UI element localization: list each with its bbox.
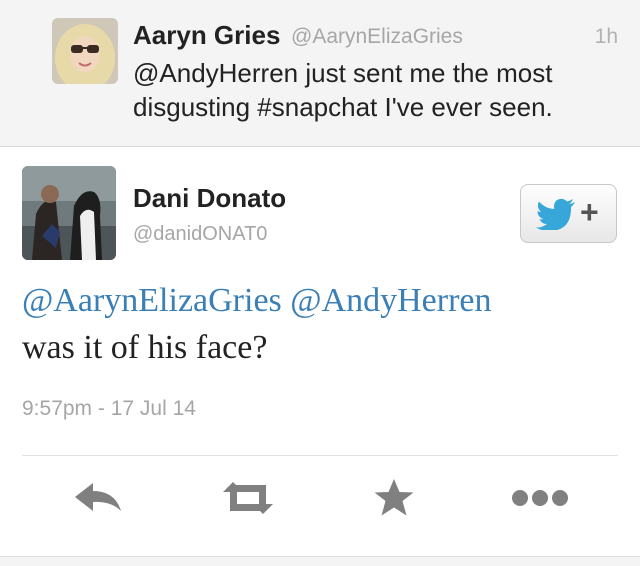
follow-button[interactable]: + — [520, 184, 617, 243]
tweet-body: @AarynElizaGries @AndyHerren was it of h… — [22, 277, 622, 371]
tweet-timestamp: 9:57pm - 17 Jul 14 — [22, 397, 196, 420]
mention-link[interactable]: @AndyHerren — [290, 282, 491, 319]
tweet-text: @AndyHerren just sent me the most disgus… — [133, 58, 553, 122]
author-handle[interactable]: @AarynElizaGries — [291, 25, 463, 49]
reply-icon — [73, 481, 123, 520]
mention-link[interactable]: @AarynElizaGries — [22, 282, 282, 319]
more-icon — [510, 488, 570, 513]
reply-tweet[interactable]: Aaryn Gries @AarynElizaGries 1h @AndyHer… — [0, 0, 640, 147]
retweet-button[interactable] — [218, 477, 278, 523]
author-handle[interactable]: @danidONAT0 — [133, 223, 267, 246]
tweet-text: was it of his face? — [22, 329, 268, 366]
twitter-bird-icon — [536, 198, 576, 235]
avatar[interactable] — [22, 166, 116, 260]
favorite-icon — [373, 478, 415, 523]
tweet-time: 1h — [594, 25, 618, 48]
reply-button[interactable] — [68, 477, 128, 523]
avatar[interactable] — [52, 18, 118, 84]
main-tweet: Dani Donato @danidONAT0 + @AarynElizaGri… — [0, 147, 640, 566]
favorite-button[interactable] — [364, 477, 424, 523]
more-button[interactable] — [510, 477, 570, 523]
author-name[interactable]: Dani Donato — [133, 183, 286, 214]
retweet-icon — [219, 478, 277, 523]
author-name[interactable]: Aaryn Gries — [133, 20, 280, 51]
divider — [22, 455, 618, 456]
plus-icon: + — [580, 194, 599, 230]
